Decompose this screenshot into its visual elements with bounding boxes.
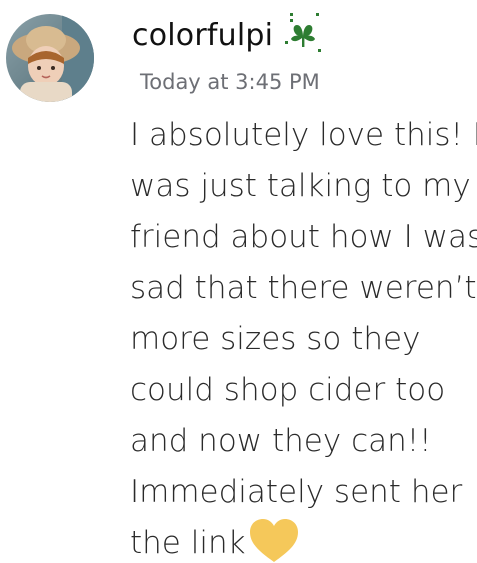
message-line: I absolutely love this! I: [130, 117, 477, 153]
message-line: and now they can!!: [130, 423, 432, 459]
message-header: colorfulpi: [132, 10, 323, 60]
message-line-last: the link: [130, 518, 470, 563]
username[interactable]: colorfulpi: [132, 18, 273, 53]
yellow-heart-icon: [248, 518, 300, 563]
chat-message: colorfulpi Today at 3:45 PM I absolutely…: [0, 0, 477, 563]
message-line: Immediately sent her: [130, 474, 463, 510]
message-line: was just talking to my: [130, 168, 471, 204]
avatar-image: [6, 14, 94, 102]
message-line: more sizes so they: [130, 321, 421, 357]
message-line: sad that there weren’t: [130, 270, 477, 306]
avatar[interactable]: [6, 14, 94, 102]
message-line: friend about how I was: [130, 219, 477, 255]
message-body: I absolutely love this! I was just talki…: [130, 110, 477, 563]
message-line: could shop cider too: [130, 372, 446, 408]
timestamp: Today at 3:45 PM: [140, 70, 320, 94]
leaf-sparkle-icon[interactable]: [283, 11, 323, 55]
message-line-text: the link: [130, 525, 246, 561]
